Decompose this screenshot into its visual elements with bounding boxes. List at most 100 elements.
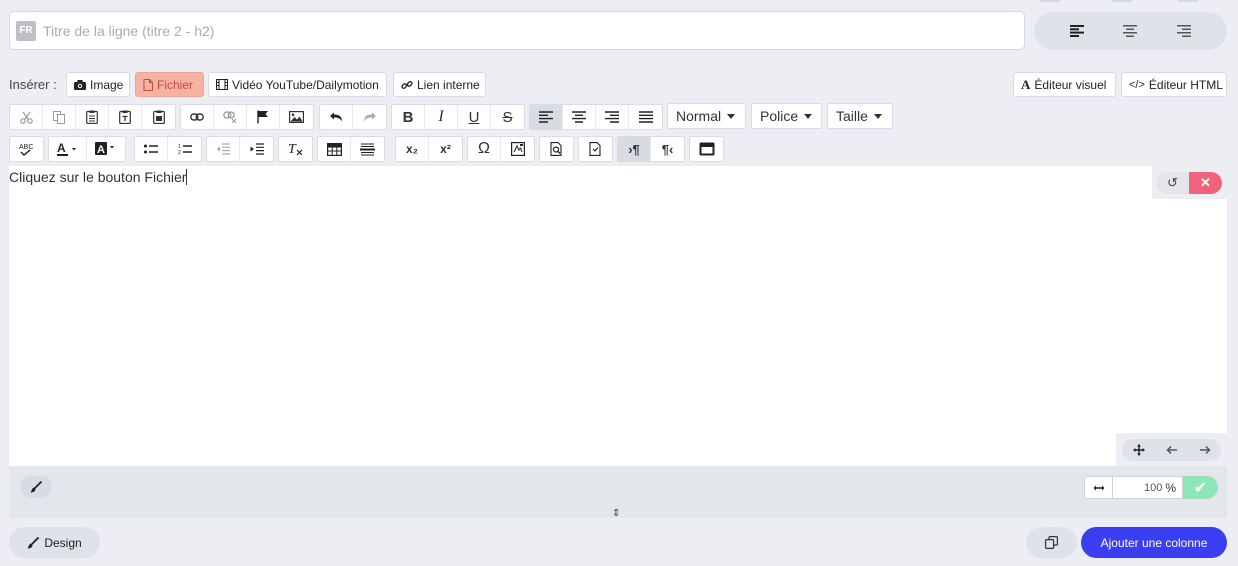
horizontal-rule-icon[interactable] bbox=[351, 137, 384, 161]
numbered-list-icon[interactable]: 12 bbox=[168, 137, 201, 161]
special-character-button[interactable]: Ω bbox=[468, 137, 501, 161]
resize-handle-icon[interactable]: ⇕ bbox=[612, 508, 620, 519]
text-cursor bbox=[186, 169, 188, 185]
language-badge: FR bbox=[16, 20, 36, 41]
text-style-group: B I U S bbox=[391, 104, 525, 130]
width-arrows-icon[interactable] bbox=[1084, 476, 1113, 499]
link-icon[interactable] bbox=[181, 105, 214, 129]
rtl-button[interactable]: ¶‹ bbox=[651, 137, 684, 161]
indent-icon[interactable] bbox=[240, 137, 273, 161]
paste-word-icon[interactable] bbox=[142, 105, 175, 129]
bulleted-list-icon[interactable] bbox=[135, 137, 168, 161]
ltr-button[interactable]: ›¶ bbox=[618, 137, 651, 161]
code-icon: </> bbox=[1129, 78, 1145, 91]
spellcheck-icon[interactable]: ABC bbox=[10, 137, 43, 161]
size-select-value: Taille bbox=[836, 108, 868, 124]
align-center-icon[interactable] bbox=[563, 105, 596, 129]
svg-text:2: 2 bbox=[178, 150, 181, 155]
clipboard-group bbox=[9, 104, 176, 130]
insert-image-label: Image bbox=[90, 77, 124, 92]
row-title-input[interactable]: FR Titre de la ligne (titre 2 - h2) bbox=[9, 11, 1025, 50]
text-color-button[interactable]: A bbox=[49, 137, 87, 161]
align-left-icon[interactable] bbox=[530, 105, 563, 129]
html-editor-label: Éditeur HTML bbox=[1148, 77, 1223, 92]
remove-format-group: T bbox=[278, 136, 313, 162]
design-button[interactable]: Design bbox=[9, 527, 100, 558]
insert-file-label: Fichier bbox=[157, 77, 194, 92]
column-move-tools bbox=[1116, 433, 1227, 466]
insert-file-button[interactable]: Fichier bbox=[135, 72, 204, 97]
close-icon[interactable]: ✕ bbox=[1189, 171, 1222, 194]
width-unit: % bbox=[1165, 480, 1176, 495]
copy-icon[interactable] bbox=[43, 105, 76, 129]
table-icon[interactable] bbox=[318, 137, 351, 161]
preview-icon[interactable] bbox=[540, 137, 573, 161]
fullscreen-group bbox=[689, 136, 724, 162]
width-value-input[interactable]: 100% bbox=[1113, 476, 1183, 499]
preview-group bbox=[539, 136, 574, 162]
table-group bbox=[317, 136, 385, 162]
redo-icon[interactable] bbox=[353, 105, 386, 129]
history-group bbox=[319, 104, 387, 130]
format-select[interactable]: Normal bbox=[667, 103, 746, 129]
italic-button[interactable]: I bbox=[425, 105, 458, 129]
column-width-control: 100% ✔ bbox=[1084, 476, 1218, 499]
editor-text: Cliquez sur le bouton Fichier bbox=[9, 169, 187, 185]
paste-icon[interactable] bbox=[76, 105, 109, 129]
outdent-icon[interactable] bbox=[207, 137, 240, 161]
underline-button[interactable]: U bbox=[458, 105, 491, 129]
undo-icon[interactable] bbox=[320, 105, 353, 129]
align-center-icon[interactable] bbox=[1114, 19, 1146, 43]
reset-icon[interactable]: ↺ bbox=[1156, 171, 1189, 194]
unlink-icon[interactable] bbox=[214, 105, 247, 129]
rich-text-editor[interactable] bbox=[9, 166, 1227, 466]
templates-icon[interactable] bbox=[579, 137, 612, 161]
insert-video-label: Vidéo YouTube/Dailymotion bbox=[232, 77, 379, 92]
chevron-down-icon bbox=[873, 113, 882, 119]
size-select[interactable]: Taille bbox=[827, 103, 893, 129]
special-chars-group: x₂ x² bbox=[395, 136, 463, 162]
image-icon[interactable] bbox=[280, 105, 313, 129]
duplicate-column-button[interactable] bbox=[1026, 527, 1077, 558]
html-editor-button[interactable]: </> Éditeur HTML bbox=[1121, 72, 1227, 97]
brush-icon bbox=[30, 481, 42, 493]
align-justify-icon[interactable] bbox=[629, 105, 662, 129]
anchor-flag-icon[interactable] bbox=[247, 105, 280, 129]
font-icon: A bbox=[1021, 76, 1031, 92]
add-column-button[interactable]: Ajouter une colonne bbox=[1081, 527, 1227, 558]
insert-internal-link-button[interactable]: Lien interne bbox=[393, 72, 486, 97]
align-right-icon[interactable] bbox=[596, 105, 629, 129]
format-select-value: Normal bbox=[676, 108, 722, 124]
insert-image-button[interactable]: Image bbox=[66, 72, 130, 97]
arrow-right-icon[interactable] bbox=[1188, 439, 1221, 461]
paragraph-align-group bbox=[529, 104, 663, 130]
svg-text:A: A bbox=[57, 142, 66, 155]
title-alignment-group bbox=[1034, 12, 1227, 50]
top-edge-mark bbox=[1040, 0, 1060, 2]
file-icon bbox=[143, 78, 153, 91]
move-icon[interactable] bbox=[1122, 439, 1155, 461]
fullscreen-icon[interactable] bbox=[690, 137, 723, 161]
check-icon[interactable]: ✔ bbox=[1183, 476, 1218, 499]
brush-icon bbox=[27, 536, 40, 548]
paste-text-icon[interactable] bbox=[109, 105, 142, 129]
arrow-left-icon[interactable] bbox=[1155, 439, 1188, 461]
align-right-icon[interactable] bbox=[1168, 19, 1200, 43]
column-style-button[interactable] bbox=[20, 476, 52, 498]
superscript-button[interactable]: x² bbox=[429, 137, 462, 161]
film-icon bbox=[216, 79, 228, 90]
iframe-icon[interactable] bbox=[501, 137, 534, 161]
insert-video-button[interactable]: Vidéo YouTube/Dailymotion bbox=[208, 72, 387, 97]
design-label: Design bbox=[44, 535, 82, 550]
visual-editor-button[interactable]: A Éditeur visuel bbox=[1013, 72, 1116, 97]
background-color-button[interactable]: A bbox=[87, 137, 125, 161]
cut-icon[interactable] bbox=[10, 105, 43, 129]
bold-button[interactable]: B bbox=[392, 105, 425, 129]
strikethrough-button[interactable]: S bbox=[491, 105, 524, 129]
list-group: 12 bbox=[134, 136, 202, 162]
remove-format-icon[interactable]: T bbox=[279, 137, 312, 161]
font-select[interactable]: Police bbox=[751, 103, 822, 129]
align-left-icon[interactable] bbox=[1061, 19, 1093, 43]
editor-content[interactable]: Cliquez sur le bouton Fichier bbox=[9, 169, 188, 185]
subscript-button[interactable]: x₂ bbox=[396, 137, 429, 161]
